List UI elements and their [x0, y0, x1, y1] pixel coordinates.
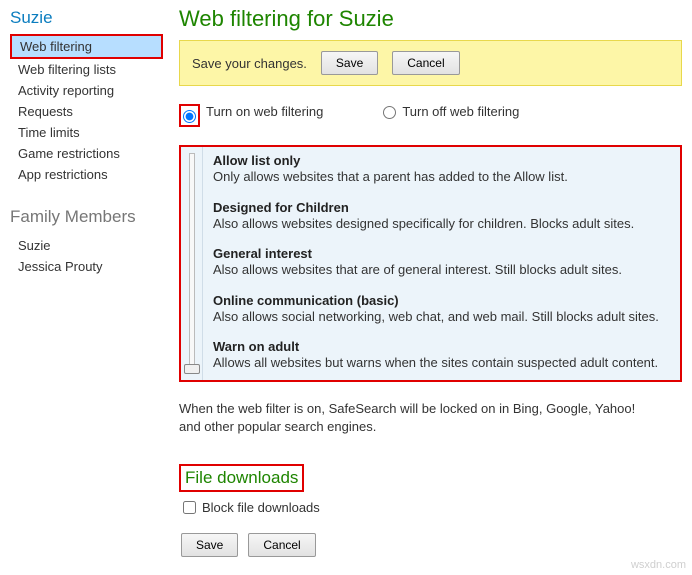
block-downloads-checkbox[interactable]: [183, 501, 196, 514]
level-warn-on-adult[interactable]: Warn on adult Allows all websites but wa…: [203, 333, 680, 380]
block-downloads-label: Block file downloads: [202, 500, 320, 515]
watermark: wsxdn.com: [631, 559, 686, 571]
sidebar-item-game-restrictions[interactable]: Game restrictions: [10, 143, 165, 164]
level-designed-for-children[interactable]: Designed for Children Also allows websit…: [203, 194, 680, 241]
level-desc: Only allows websites that a parent has a…: [213, 168, 670, 186]
radio-turn-off-input[interactable]: [383, 106, 396, 119]
block-downloads-row[interactable]: Block file downloads: [179, 500, 682, 515]
slider-thumb[interactable]: [184, 364, 200, 374]
sidebar-item-web-filtering[interactable]: Web filtering: [12, 36, 161, 57]
level-title: Online communication (basic): [213, 293, 670, 308]
level-title: General interest: [213, 246, 670, 261]
filtering-level-slider[interactable]: [181, 147, 203, 380]
level-allow-list-only[interactable]: Allow list only Only allows websites tha…: [203, 147, 680, 194]
sidebar-item-activity-reporting[interactable]: Activity reporting: [10, 80, 165, 101]
filtering-toggle-row: Turn on web filtering Turn off web filte…: [179, 104, 682, 127]
sidebar-user-title: Suzie: [10, 8, 165, 28]
level-title: Designed for Children: [213, 200, 670, 215]
banner-save-button[interactable]: Save: [321, 51, 378, 75]
sidebar-family-heading: Family Members: [10, 207, 165, 227]
save-changes-banner: Save your changes. Save Cancel: [179, 40, 682, 86]
radio-turn-on-label: Turn on web filtering: [206, 104, 323, 121]
banner-cancel-button[interactable]: Cancel: [392, 51, 459, 75]
sidebar-item-app-restrictions[interactable]: App restrictions: [10, 164, 165, 185]
bottom-save-button[interactable]: Save: [181, 533, 238, 557]
highlight-box-sidebar: Web filtering: [10, 34, 163, 59]
highlight-box-radio: [179, 104, 200, 127]
page-title: Web filtering for Suzie: [179, 6, 682, 32]
slider-track: [189, 153, 195, 374]
level-desc: Also allows websites designed specifical…: [213, 215, 670, 233]
sidebar-item-time-limits[interactable]: Time limits: [10, 122, 165, 143]
sidebar-family-jessica[interactable]: Jessica Prouty: [10, 256, 165, 277]
main-content: Web filtering for Suzie Save your change…: [165, 0, 692, 575]
sidebar-item-requests[interactable]: Requests: [10, 101, 165, 122]
file-downloads-heading: File downloads: [181, 466, 302, 490]
radio-turn-on[interactable]: Turn on web filtering: [179, 104, 323, 127]
safesearch-note: When the web filter is on, SafeSearch wi…: [179, 400, 659, 436]
filtering-levels-list: Allow list only Only allows websites tha…: [203, 147, 680, 380]
radio-turn-on-input[interactable]: [183, 110, 196, 123]
bottom-cancel-button[interactable]: Cancel: [248, 533, 315, 557]
filtering-levels-box: Allow list only Only allows websites tha…: [179, 145, 682, 382]
save-banner-text: Save your changes.: [192, 56, 307, 71]
bottom-button-row: Save Cancel: [179, 533, 682, 557]
level-title: Warn on adult: [213, 339, 670, 354]
highlight-box-heading: File downloads: [179, 464, 304, 492]
sidebar-family-suzie[interactable]: Suzie: [10, 235, 165, 256]
sidebar: Suzie Web filtering Web filtering lists …: [0, 0, 165, 575]
radio-turn-off-label: Turn off web filtering: [402, 104, 519, 121]
level-online-communication[interactable]: Online communication (basic) Also allows…: [203, 287, 680, 334]
level-desc: Also allows social networking, web chat,…: [213, 308, 670, 326]
level-desc: Also allows websites that are of general…: [213, 261, 670, 279]
sidebar-item-web-filtering-lists[interactable]: Web filtering lists: [10, 59, 165, 80]
radio-turn-off[interactable]: Turn off web filtering: [383, 104, 519, 121]
level-general-interest[interactable]: General interest Also allows websites th…: [203, 240, 680, 287]
level-title: Allow list only: [213, 153, 670, 168]
level-desc: Allows all websites but warns when the s…: [213, 354, 670, 372]
